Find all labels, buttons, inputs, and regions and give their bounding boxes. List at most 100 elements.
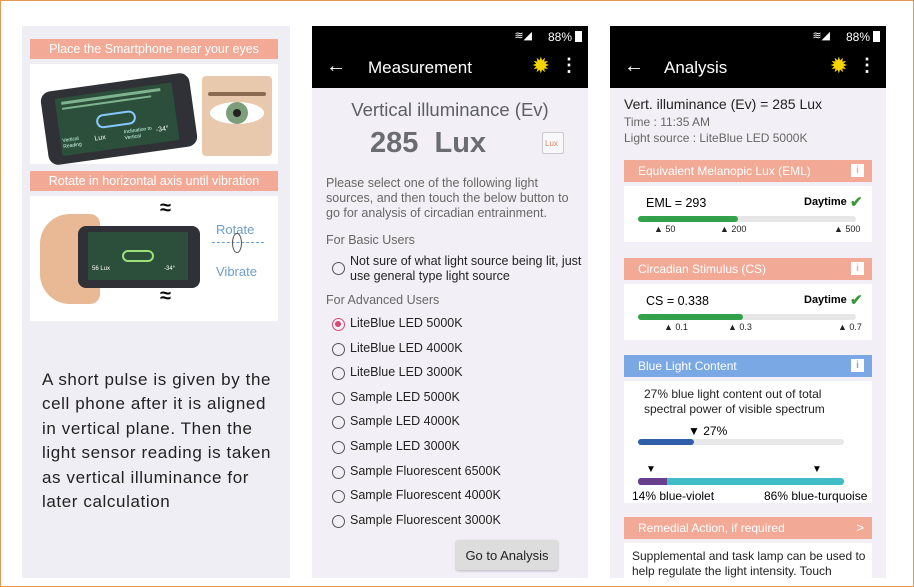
battery-text: 88% bbox=[845, 30, 870, 44]
light-source-text: Light source : LiteBlue LED 5000K bbox=[624, 131, 808, 145]
back-arrow-icon[interactable]: ← bbox=[624, 55, 644, 78]
cs-tick-0-7: ▲ 0.7 bbox=[838, 322, 862, 332]
app-bar: ← Analysis ✹ ⋮ bbox=[610, 48, 886, 88]
eml-title: Equivalent Melanopic Lux (EML) bbox=[638, 164, 811, 178]
light-source-option-label[interactable]: LiteBlue LED 5000K bbox=[350, 316, 463, 330]
advanced-users-label: For Advanced Users bbox=[326, 293, 440, 307]
radio-option[interactable] bbox=[332, 318, 345, 331]
eml-bar-fill bbox=[638, 216, 739, 222]
light-source-option-label[interactable]: Sample Fluorescent 4000K bbox=[350, 488, 501, 502]
eml-tick-500: ▲ 500 bbox=[834, 224, 861, 234]
overflow-menu-icon[interactable]: ⋮ bbox=[560, 55, 578, 76]
eml-section-header[interactable]: Equivalent Melanopic Lux (EML) i bbox=[624, 160, 872, 182]
eml-tick-label: 200 bbox=[731, 224, 747, 234]
blue-light-title: Blue Light Content bbox=[638, 359, 737, 373]
violet-bar-fill bbox=[638, 478, 667, 485]
radio-option[interactable] bbox=[332, 441, 345, 454]
vibration-wave-top: ≈ bbox=[160, 197, 171, 219]
lux-edit-label: Lux bbox=[545, 139, 558, 148]
phone-device-horizontal: 56 Lux -34° bbox=[78, 226, 200, 288]
eye-image bbox=[202, 76, 272, 156]
eml-tick-50: ▲ 50 bbox=[654, 224, 676, 234]
cs-tick-label: 0.3 bbox=[739, 322, 752, 332]
radio-option[interactable] bbox=[332, 391, 345, 405]
light-source-option-label[interactable]: Sample LED 3000K bbox=[350, 439, 460, 453]
phone-label-vertical: Vertical Reading bbox=[62, 135, 83, 150]
remedial-section-header[interactable]: Remedial Action, if required > bbox=[624, 517, 872, 539]
status-bar: ≋◢ 88% bbox=[312, 26, 588, 48]
battery-icon bbox=[575, 31, 582, 42]
light-source-option-label[interactable]: Sample LED 5000K bbox=[350, 390, 460, 404]
go-to-analysis-button[interactable]: Go to Analysis bbox=[456, 540, 558, 570]
instruction-text: Please select one of the following light… bbox=[326, 176, 569, 220]
radio-option[interactable] bbox=[332, 465, 345, 479]
blue-light-section-header[interactable]: Blue Light Content i bbox=[624, 355, 872, 377]
description-text: A short pulse is given by the cell phone… bbox=[42, 370, 272, 512]
lux-edit-button[interactable]: Lux bbox=[542, 132, 564, 154]
radio-option[interactable] bbox=[332, 416, 345, 430]
eml-tick-label: 500 bbox=[845, 224, 861, 234]
overflow-menu-icon[interactable]: ⋮ bbox=[858, 55, 876, 76]
remedial-card: Supplemental and task lamp can be used t… bbox=[624, 543, 872, 578]
basic-users-label: For Basic Users bbox=[326, 233, 415, 247]
status-bar: ≋◢ 88% bbox=[610, 26, 886, 48]
rotate-axis-icon bbox=[212, 233, 264, 258]
light-source-option-label[interactable]: Sample Fluorescent 6500K bbox=[350, 464, 501, 478]
eml-status: Daytime bbox=[804, 196, 847, 208]
cs-tick-0-1: ▲ 0.1 bbox=[664, 322, 688, 332]
battery-icon bbox=[873, 31, 880, 42]
illustration-rotate: 56 Lux -34° ≈ ≈ Rotate Vibrate bbox=[30, 196, 278, 321]
light-source-option-label[interactable]: Sample LED 4000K bbox=[350, 414, 460, 428]
blue-light-text: 27% blue light content out of total spec… bbox=[644, 387, 825, 416]
wifi-signal-icon: ≋◢ bbox=[514, 30, 532, 42]
radio-option[interactable] bbox=[332, 342, 345, 356]
cs-tick-label: 0.1 bbox=[675, 322, 688, 332]
radio-basic[interactable] bbox=[332, 262, 345, 275]
ev-heading: Vertical illuminance (Ev) bbox=[351, 99, 549, 120]
phone-screen: Vertical Reading Lux Inclination to Vert… bbox=[54, 82, 180, 157]
info-icon[interactable]: i bbox=[851, 164, 864, 177]
sun-icon[interactable]: ✹ bbox=[830, 54, 848, 78]
time-text: Time : 11:35 AM bbox=[624, 115, 711, 129]
blue-light-card: 27% blue light content out of total spec… bbox=[624, 381, 872, 503]
battery-text: 88% bbox=[547, 30, 572, 44]
back-arrow-icon[interactable]: ← bbox=[326, 55, 346, 78]
app-bar: ← Measurement ✹ ⋮ bbox=[312, 48, 588, 88]
blue-bar-track bbox=[638, 439, 844, 445]
cs-section-header[interactable]: Circadian Stimulus (CS) i bbox=[624, 258, 872, 280]
blue-pct-marker: ▼ 27% bbox=[688, 424, 728, 438]
cs-card: CS = 0.338 Daytime ✔ ▲ 0.1 ▲ 0.3 ▲ 0.7 bbox=[624, 284, 872, 340]
ev-value: 285 Lux bbox=[370, 127, 487, 159]
turquoise-marker: ▼ bbox=[812, 464, 822, 475]
screen-title: Measurement bbox=[368, 58, 472, 77]
screen-title: Analysis bbox=[664, 58, 728, 77]
illustration-eye: Vertical Reading Lux Inclination to Vert… bbox=[30, 64, 278, 167]
radio-option[interactable] bbox=[332, 514, 345, 528]
phone-label-angle: -34° bbox=[155, 125, 170, 134]
phone2-lux: 56 Lux bbox=[92, 266, 111, 272]
vibrate-label: Vibrate bbox=[216, 264, 257, 279]
light-source-option-label[interactable]: Sample Fluorescent 3000K bbox=[350, 513, 501, 527]
instructions-panel: Place the Smartphone near your eyes Vert… bbox=[22, 26, 290, 578]
info-icon[interactable]: i bbox=[851, 262, 864, 275]
cs-value: CS = 0.338 bbox=[646, 294, 709, 308]
cs-tick-0-3: ▲ 0.3 bbox=[728, 322, 752, 332]
sun-icon[interactable]: ✹ bbox=[532, 54, 550, 78]
eml-bar-track bbox=[638, 216, 856, 222]
remedial-title: Remedial Action, if required bbox=[638, 521, 785, 535]
light-source-option-label[interactable]: LiteBlue LED 3000K bbox=[350, 365, 463, 379]
turquoise-label: 86% blue-turquoise bbox=[764, 489, 868, 503]
violet-marker: ▼ bbox=[646, 464, 656, 475]
radio-option[interactable] bbox=[332, 367, 345, 381]
measurement-screen: ≋◢ 88% ← Measurement ✹ ⋮ Vertical illumi… bbox=[312, 26, 588, 578]
info-icon[interactable]: i bbox=[851, 359, 864, 372]
check-icon: ✔ bbox=[850, 292, 863, 309]
radio-option[interactable] bbox=[332, 490, 345, 504]
banner-place-phone: Place the Smartphone near your eyes bbox=[30, 39, 278, 59]
chevron-right-icon[interactable]: > bbox=[856, 517, 864, 539]
light-source-option-label[interactable]: LiteBlue LED 4000K bbox=[350, 341, 463, 355]
level-bubble bbox=[95, 109, 137, 130]
wifi-signal-icon: ≋◢ bbox=[812, 30, 830, 42]
phone-label-incl: Inclination to Vertical bbox=[123, 125, 153, 142]
basic-option-label[interactable]: Not sure of what light source being lit,… bbox=[350, 254, 582, 284]
